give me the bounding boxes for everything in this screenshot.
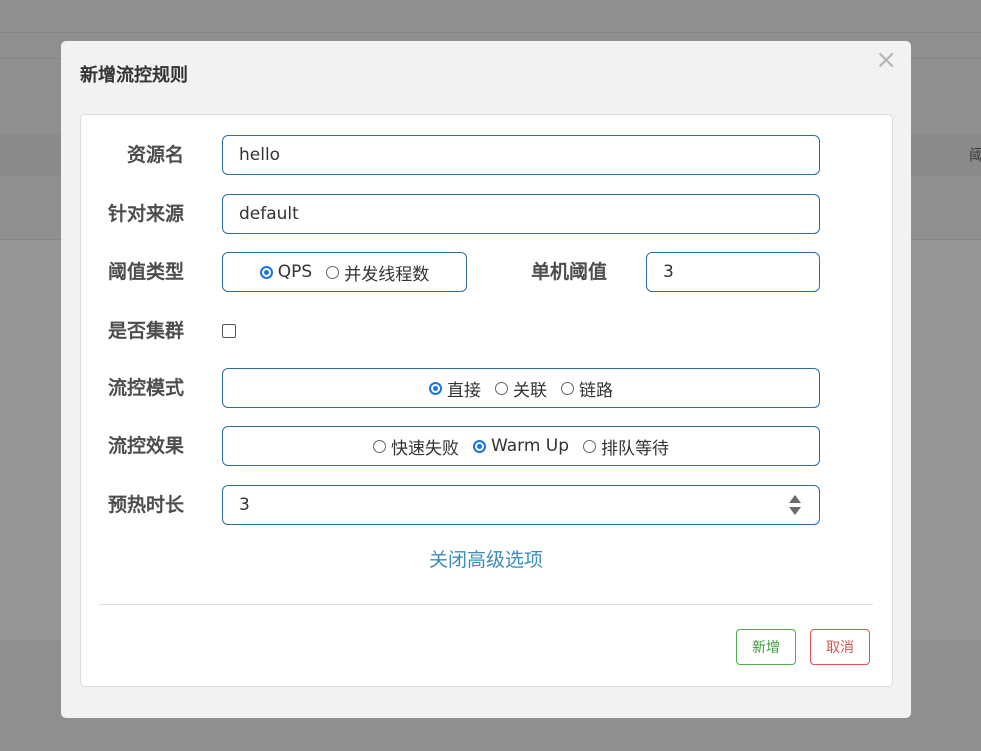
strategy-direct-label[interactable]: 直接 <box>447 376 481 401</box>
cluster-label: 是否集群 <box>108 320 185 342</box>
warmup-input-value: 3 <box>239 495 250 515</box>
strategy-direct-radio[interactable] <box>429 381 442 395</box>
close-advanced-options-link[interactable]: 关闭高级选项 <box>429 545 543 572</box>
footer-divider <box>99 604 873 605</box>
warmup-label: 预热时长 <box>108 494 185 516</box>
count-label: 单机阈值 <box>531 261 608 283</box>
strategy-relate-label[interactable]: 关联 <box>513 376 547 401</box>
behavior-fast-fail-label[interactable]: 快速失败 <box>391 434 459 459</box>
background-divider <box>0 32 981 33</box>
strategy-relate-radio[interactable] <box>495 381 508 395</box>
grade-thread-radio[interactable] <box>326 265 340 279</box>
cancel-button[interactable]: 取消 <box>810 629 870 665</box>
form-panel: 资源名 hello 针对来源 default 阈值类型 QPS 并发线程数 单机… <box>80 114 893 687</box>
control-behavior-label: 流控效果 <box>108 435 185 457</box>
add-button[interactable]: 新增 <box>736 629 796 665</box>
strategy-label: 流控模式 <box>108 377 185 399</box>
resource-input-value: hello <box>239 145 281 165</box>
warmup-number-input[interactable]: 3 <box>222 485 820 525</box>
strategy-radio-group: 直接 关联 链路 <box>222 368 820 408</box>
dialog-title: 新增流控规则 <box>80 65 188 86</box>
behavior-queue-label[interactable]: 排队等待 <box>601 434 669 459</box>
grade-radio-group: QPS 并发线程数 <box>222 252 467 292</box>
grade-qps-label[interactable]: QPS <box>278 262 312 282</box>
add-flow-rule-dialog: 新增流控规则 × 资源名 hello 针对来源 default 阈值类型 QPS… <box>61 41 911 718</box>
strategy-chain-radio[interactable] <box>561 381 574 395</box>
spinner-up-icon[interactable] <box>789 495 801 503</box>
behavior-fast-fail-radio[interactable] <box>372 439 386 453</box>
strategy-chain-label[interactable]: 链路 <box>579 376 613 401</box>
resource-label: 资源名 <box>127 144 185 166</box>
behavior-warm-up-radio[interactable] <box>472 439 486 453</box>
count-input-value: 3 <box>663 262 674 282</box>
behavior-queue-radio[interactable] <box>583 439 597 453</box>
control-behavior-radio-group: 快速失败 Warm Up 排队等待 <box>222 426 820 466</box>
limit-app-label: 针对来源 <box>108 203 185 225</box>
behavior-warm-up-label[interactable]: Warm Up <box>491 436 569 456</box>
count-input[interactable]: 3 <box>646 252 820 292</box>
spinner-down-icon[interactable] <box>789 507 801 515</box>
resource-input[interactable]: hello <box>222 135 820 175</box>
cluster-checkbox[interactable] <box>222 324 236 338</box>
limit-app-input[interactable]: default <box>222 194 820 234</box>
limit-app-input-value: default <box>239 204 299 224</box>
grade-qps-radio[interactable] <box>259 265 273 279</box>
number-spinner-icon[interactable] <box>789 495 801 515</box>
close-icon[interactable]: × <box>875 47 897 73</box>
background-column-header: 阈 <box>969 146 981 164</box>
grade-thread-label[interactable]: 并发线程数 <box>344 260 429 285</box>
grade-label: 阈值类型 <box>108 261 185 283</box>
